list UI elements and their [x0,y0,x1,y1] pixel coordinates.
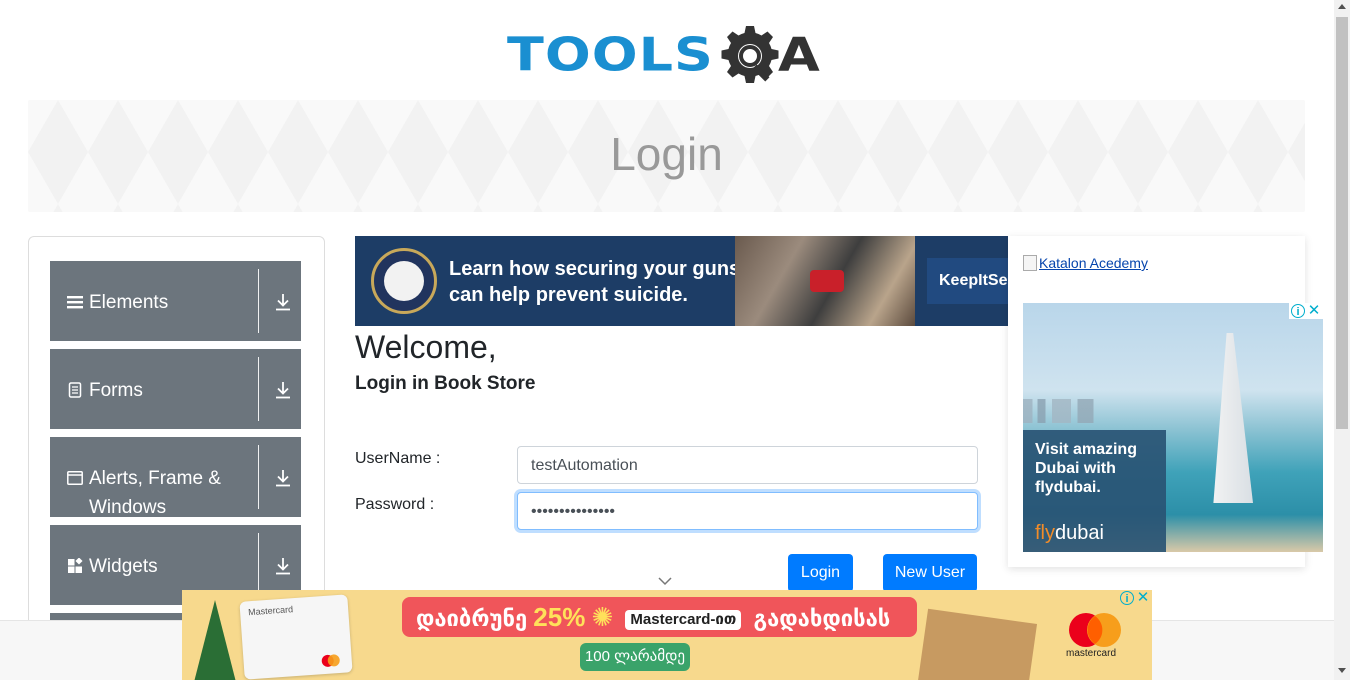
broken-image-alt: Katalon Acedemy [1039,255,1148,271]
login-subheading: Login in Book Store [355,373,536,394]
login-button[interactable]: Login [788,554,853,592]
gift-box-graphic [916,608,1038,680]
burj-al-arab-graphic [1213,333,1253,503]
toolsqa-logo[interactable]: TOOLS A [507,18,820,92]
ad-info-icon[interactable]: i [1291,304,1305,318]
brand-fly: fly [1035,522,1055,544]
password-input[interactable]: ••••••••••••••• [517,492,978,530]
mastercard-mini-icon [321,654,340,667]
vertical-scrollbar[interactable] [1334,0,1350,680]
welcome-heading: Welcome, [355,329,497,365]
sidebar-group-label: Alerts, Frame & Windows [89,468,221,518]
divider [258,357,259,421]
scroll-down-arrow-icon[interactable] [1338,668,1346,673]
document-icon [68,382,82,398]
promo-suffix: გადახდისას [753,606,891,631]
divider [258,269,259,333]
ad-controls: i ✕ [1118,590,1152,606]
mastercard-name: mastercard [1066,648,1117,659]
right-ad-column: Katalon Acedemy Visit amazing Dubai with… [1008,236,1323,567]
password-label: Password : [355,496,435,513]
flydubai-logo: flydubai [1035,522,1104,545]
download-icon [276,294,290,311]
sidebar-group-label: Widgets [89,556,158,577]
ad-headline-line1: Learn how securing your guns [449,258,741,280]
va-seal-icon [371,248,437,314]
hamburger-icon [67,296,83,309]
logo-text-tools: TOOLS [507,27,714,82]
sidebar-group-elements[interactable]: Elements [50,261,301,341]
ad-close-icon[interactable]: ✕ [1136,590,1150,605]
promo-pill: 100 ლარამდე [580,643,690,671]
promo-prefix: დაიბრუნე [416,606,528,631]
download-icon [276,382,290,399]
flydubai-advertisement[interactable]: Visit amazing Dubai with flydubai. flydu… [1023,303,1323,552]
download-icon [276,558,290,575]
chevron-down-icon[interactable] [657,575,673,587]
divider [258,445,259,509]
page-banner: Login [28,100,1305,212]
new-user-button[interactable]: New User [883,554,977,592]
page-title: Login [610,128,723,180]
ad-cta-button[interactable]: KeepItSec [927,258,1008,304]
ad-text: Visit amazing Dubai with flydubai. [1035,441,1137,496]
sparkle-icon: ✺ [591,602,614,632]
ad-controls: i ✕ [1289,303,1323,319]
mastercard-card-graphic: Mastercard [239,594,353,680]
scroll-up-arrow-icon[interactable] [1338,4,1346,9]
katalon-academy-image[interactable]: Katalon Acedemy [1023,255,1148,271]
sidebar-group-forms[interactable]: Forms [50,349,301,429]
username-label: UserName : [355,450,441,467]
promo-percent: 25% [533,602,586,632]
window-icon [67,471,83,485]
username-input[interactable]: testAutomation [517,446,978,484]
christmas-tree-graphic [192,600,238,680]
promo-tag: Mastercard-ით [625,610,742,631]
brand-dubai: dubai [1055,522,1104,544]
skyline-graphic [1023,399,1183,423]
scroll-thumb[interactable] [1336,17,1348,429]
card-brand: Mastercard [247,604,294,618]
broken-image-icon [1023,255,1037,271]
mastercard-logo-icon [1069,613,1121,647]
ad-text-panel: Visit amazing Dubai with flydubai. flydu… [1023,430,1166,552]
widgets-icon [68,558,83,573]
sidebar-group-alerts-frame-windows[interactable]: Alerts, Frame & Windows [50,437,301,518]
bottom-advertisement[interactable]: Mastercard დაიბრუნე 25% ✺ Mastercard-ით … [182,590,1152,680]
ad-close-icon[interactable]: ✕ [1307,303,1321,318]
page: TOOLS A Login Elements Forms Alerts, Fra… [0,0,1350,680]
promo-banner: დაიბრუნე 25% ✺ Mastercard-ით გადახდისას [402,597,917,637]
ad-headline: Learn how securing your guns can help pr… [449,256,740,308]
sidebar-group-label: Forms [89,380,143,401]
logo-text-a: A [777,27,820,82]
top-advertisement[interactable]: Learn how securing your guns can help pr… [355,236,1008,326]
sidebar-group-label: Elements [89,292,169,313]
gun-lock-icon [810,270,844,292]
ad-headline-line2: can help prevent suicide. [449,284,688,306]
gear-magnifier-icon [721,26,779,83]
download-icon [276,470,290,487]
ad-info-icon[interactable]: i [1120,591,1134,605]
divider [258,533,259,597]
